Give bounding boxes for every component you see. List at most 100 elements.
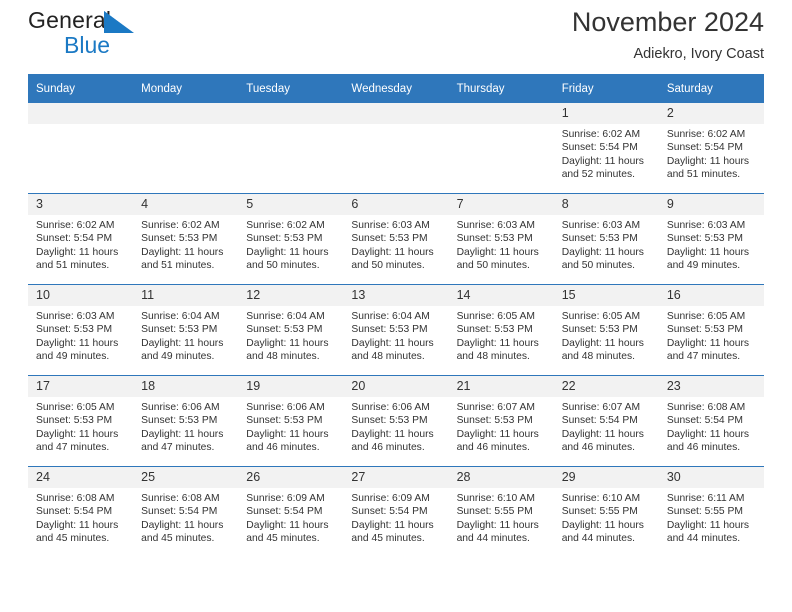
calendar-day-cell[interactable]: 18 Sunrise: 6:06 AM Sunset: 5:53 PM Dayligh… [133,375,239,467]
calendar-day-cell[interactable]: 2 Sunrise: 6:02 AM Sunset: 5:54 PM Daylight… [658,103,764,194]
calendar-day-cell[interactable]: 15 Sunrise: 6:05 AM Sunset: 5:53 PM Dayligh… [553,284,659,376]
sunset-time: Sunset: 5:53 PM [351,324,428,336]
calendar-day-cell[interactable]: 20 Sunrise: 6:06 AM Sunset: 5:53 PM Dayligh… [343,375,449,467]
weekday-header-thursday: Thursday [448,74,554,103]
calendar-day-cell[interactable]: 3 Sunrise: 6:02 AM Sunset: 5:54 PM Daylight… [28,193,134,285]
calendar-day-cell[interactable]: 7 Sunrise: 6:03 AM Sunset: 5:53 PM Daylight… [448,193,554,285]
day-sun-info: Sunrise: 6:07 AM Sunset: 5:54 PM Daylight:… [554,397,659,455]
daylight-duration: Daylight: 11 hours and 51 minutes. [666,155,750,181]
calendar-day-cell[interactable]: 29 Sunrise: 6:10 AM Sunset: 5:55 PM Dayligh… [553,466,659,557]
calendar-day-cell[interactable]: 17 Sunrise: 6:05 AM Sunset: 5:53 PM Dayligh… [28,375,134,467]
day-number: 25 [133,467,239,488]
calendar-day-cell[interactable]: 12 Sunrise: 6:04 AM Sunset: 5:53 PM Dayligh… [238,284,344,376]
day-number [28,103,134,124]
day-sun-info: Sunrise: 6:08 AM Sunset: 5:54 PM Daylight:… [133,488,238,546]
sunset-time: Sunset: 5:53 PM [561,324,638,336]
weekday-header-saturday: Saturday [658,74,764,103]
sunset-time: Sunset: 5:53 PM [36,415,113,427]
day-number: 22 [553,376,659,397]
day-sun-info: Sunrise: 6:06 AM Sunset: 5:53 PM Daylight:… [133,397,238,455]
day-sun-info: Sunrise: 6:08 AM Sunset: 5:54 PM Daylight:… [28,488,133,546]
calendar-day-cell[interactable]: 30 Sunrise: 6:11 AM Sunset: 5:55 PM Dayligh… [658,466,764,557]
sunrise-time: Sunrise: 6:03 AM [456,220,535,231]
day-number: 12 [238,285,344,306]
calendar-day-cell[interactable]: 11 Sunrise: 6:04 AM Sunset: 5:53 PM Dayligh… [133,284,239,376]
day-number: 21 [448,376,554,397]
sunrise-time: Sunrise: 6:06 AM [351,402,430,413]
calendar-day-cell-empty [343,103,449,194]
calendar-day-cell[interactable]: 14 Sunrise: 6:05 AM Sunset: 5:53 PM Dayligh… [448,284,554,376]
day-number: 14 [448,285,554,306]
day-sun-info: Sunrise: 6:02 AM Sunset: 5:53 PM Daylight:… [238,215,343,273]
calendar-day-cell[interactable]: 21 Sunrise: 6:07 AM Sunset: 5:53 PM Dayligh… [448,375,554,467]
day-sun-info: Sunrise: 6:02 AM Sunset: 5:54 PM Daylight:… [659,124,764,182]
sunrise-sunset-calendar: Sunday Monday Tuesday Wednesday Thursday… [28,74,764,557]
sunset-time: Sunset: 5:55 PM [666,506,743,518]
calendar-day-cell[interactable]: 6 Sunrise: 6:03 AM Sunset: 5:53 PM Daylight… [343,193,449,285]
sunset-time: Sunset: 5:54 PM [36,506,113,518]
calendar-day-cell[interactable]: 27 Sunrise: 6:09 AM Sunset: 5:54 PM Dayligh… [343,466,449,557]
sunrise-time: Sunrise: 6:08 AM [141,493,220,504]
daylight-duration: Daylight: 11 hours and 44 minutes. [666,519,750,545]
sunset-time: Sunset: 5:53 PM [456,233,533,245]
daylight-duration: Daylight: 11 hours and 47 minutes. [666,337,750,363]
day-number: 11 [133,285,239,306]
day-sun-info: Sunrise: 6:02 AM Sunset: 5:53 PM Daylight:… [133,215,238,273]
calendar-day-cell[interactable]: 13 Sunrise: 6:04 AM Sunset: 5:53 PM Dayligh… [343,284,449,376]
sunrise-time: Sunrise: 6:07 AM [561,402,641,413]
page-subtitle: Adiekro, Ivory Coast [633,46,764,62]
calendar-day-cell[interactable]: 8 Sunrise: 6:03 AM Sunset: 5:53 PM Daylight… [553,193,659,285]
calendar-day-cell[interactable]: 10 Sunrise: 6:03 AM Sunset: 5:53 PM Dayligh… [28,284,134,376]
daylight-duration: Daylight: 11 hours and 45 minutes. [246,519,329,545]
calendar-day-cell[interactable]: 24 Sunrise: 6:08 AM Sunset: 5:54 PM Dayligh… [28,466,134,557]
sunset-time: Sunset: 5:54 PM [561,142,638,154]
day-number: 16 [658,285,764,306]
calendar-day-cell[interactable]: 28 Sunrise: 6:10 AM Sunset: 5:55 PM Dayligh… [448,466,554,557]
sunrise-time: Sunrise: 6:08 AM [666,402,746,413]
day-number: 28 [448,467,554,488]
daylight-duration: Daylight: 11 hours and 50 minutes. [351,246,434,272]
day-number: 4 [133,194,239,215]
day-number: 29 [553,467,659,488]
calendar-day-cell[interactable]: 19 Sunrise: 6:06 AM Sunset: 5:53 PM Dayligh… [238,375,344,467]
calendar-day-cell[interactable]: 26 Sunrise: 6:09 AM Sunset: 5:54 PM Dayligh… [238,466,344,557]
daylight-duration: Daylight: 11 hours and 48 minutes. [561,337,644,363]
day-number [343,103,449,124]
general-blue-logo[interactable]: General Blue [28,8,208,60]
sunset-time: Sunset: 5:53 PM [141,415,218,427]
day-number: 30 [658,467,764,488]
day-number: 1 [553,103,659,124]
day-number: 2 [658,103,764,124]
calendar-day-cell[interactable]: 9 Sunrise: 6:03 AM Sunset: 5:53 PM Daylight… [658,193,764,285]
day-number: 10 [28,285,134,306]
sunset-time: Sunset: 5:53 PM [141,324,218,336]
day-sun-info: Sunrise: 6:03 AM Sunset: 5:53 PM Daylight:… [659,215,764,273]
daylight-duration: Daylight: 11 hours and 51 minutes. [141,246,224,272]
calendar-day-cell[interactable]: 1 Sunrise: 6:02 AM Sunset: 5:54 PM Daylight… [553,103,659,194]
day-number: 15 [553,285,659,306]
sunset-time: Sunset: 5:54 PM [36,233,113,245]
calendar-day-cell[interactable]: 25 Sunrise: 6:08 AM Sunset: 5:54 PM Dayligh… [133,466,239,557]
calendar-day-cell[interactable]: 23 Sunrise: 6:08 AM Sunset: 5:54 PM Dayligh… [658,375,764,467]
day-number: 26 [238,467,344,488]
calendar-day-cell[interactable]: 4 Sunrise: 6:02 AM Sunset: 5:53 PM Daylight… [133,193,239,285]
day-sun-info: Sunrise: 6:06 AM Sunset: 5:53 PM Daylight:… [343,397,448,455]
daylight-duration: Daylight: 11 hours and 49 minutes. [666,246,750,272]
day-sun-info: Sunrise: 6:09 AM Sunset: 5:54 PM Daylight:… [238,488,343,546]
calendar-day-cell[interactable]: 16 Sunrise: 6:05 AM Sunset: 5:53 PM Dayligh… [658,284,764,376]
daylight-duration: Daylight: 11 hours and 45 minutes. [141,519,224,545]
sunrise-time: Sunrise: 6:02 AM [666,129,746,140]
day-number: 24 [28,467,134,488]
sunset-time: Sunset: 5:54 PM [246,506,323,518]
daylight-duration: Daylight: 11 hours and 50 minutes. [456,246,539,272]
sunrise-time: Sunrise: 6:02 AM [246,220,325,231]
sunset-time: Sunset: 5:53 PM [246,324,323,336]
sunrise-time: Sunrise: 6:03 AM [36,311,115,322]
sunrise-time: Sunrise: 6:05 AM [456,311,535,322]
calendar-day-cell[interactable]: 5 Sunrise: 6:02 AM Sunset: 5:53 PM Daylight… [238,193,344,285]
calendar-week-row: 1 Sunrise: 6:02 AM Sunset: 5:54 PM Daylight… [28,103,764,194]
day-number [448,103,554,124]
logo-flag-icon [104,11,134,33]
calendar-day-cell[interactable]: 22 Sunrise: 6:07 AM Sunset: 5:54 PM Dayligh… [553,375,659,467]
daylight-duration: Daylight: 11 hours and 49 minutes. [141,337,224,363]
